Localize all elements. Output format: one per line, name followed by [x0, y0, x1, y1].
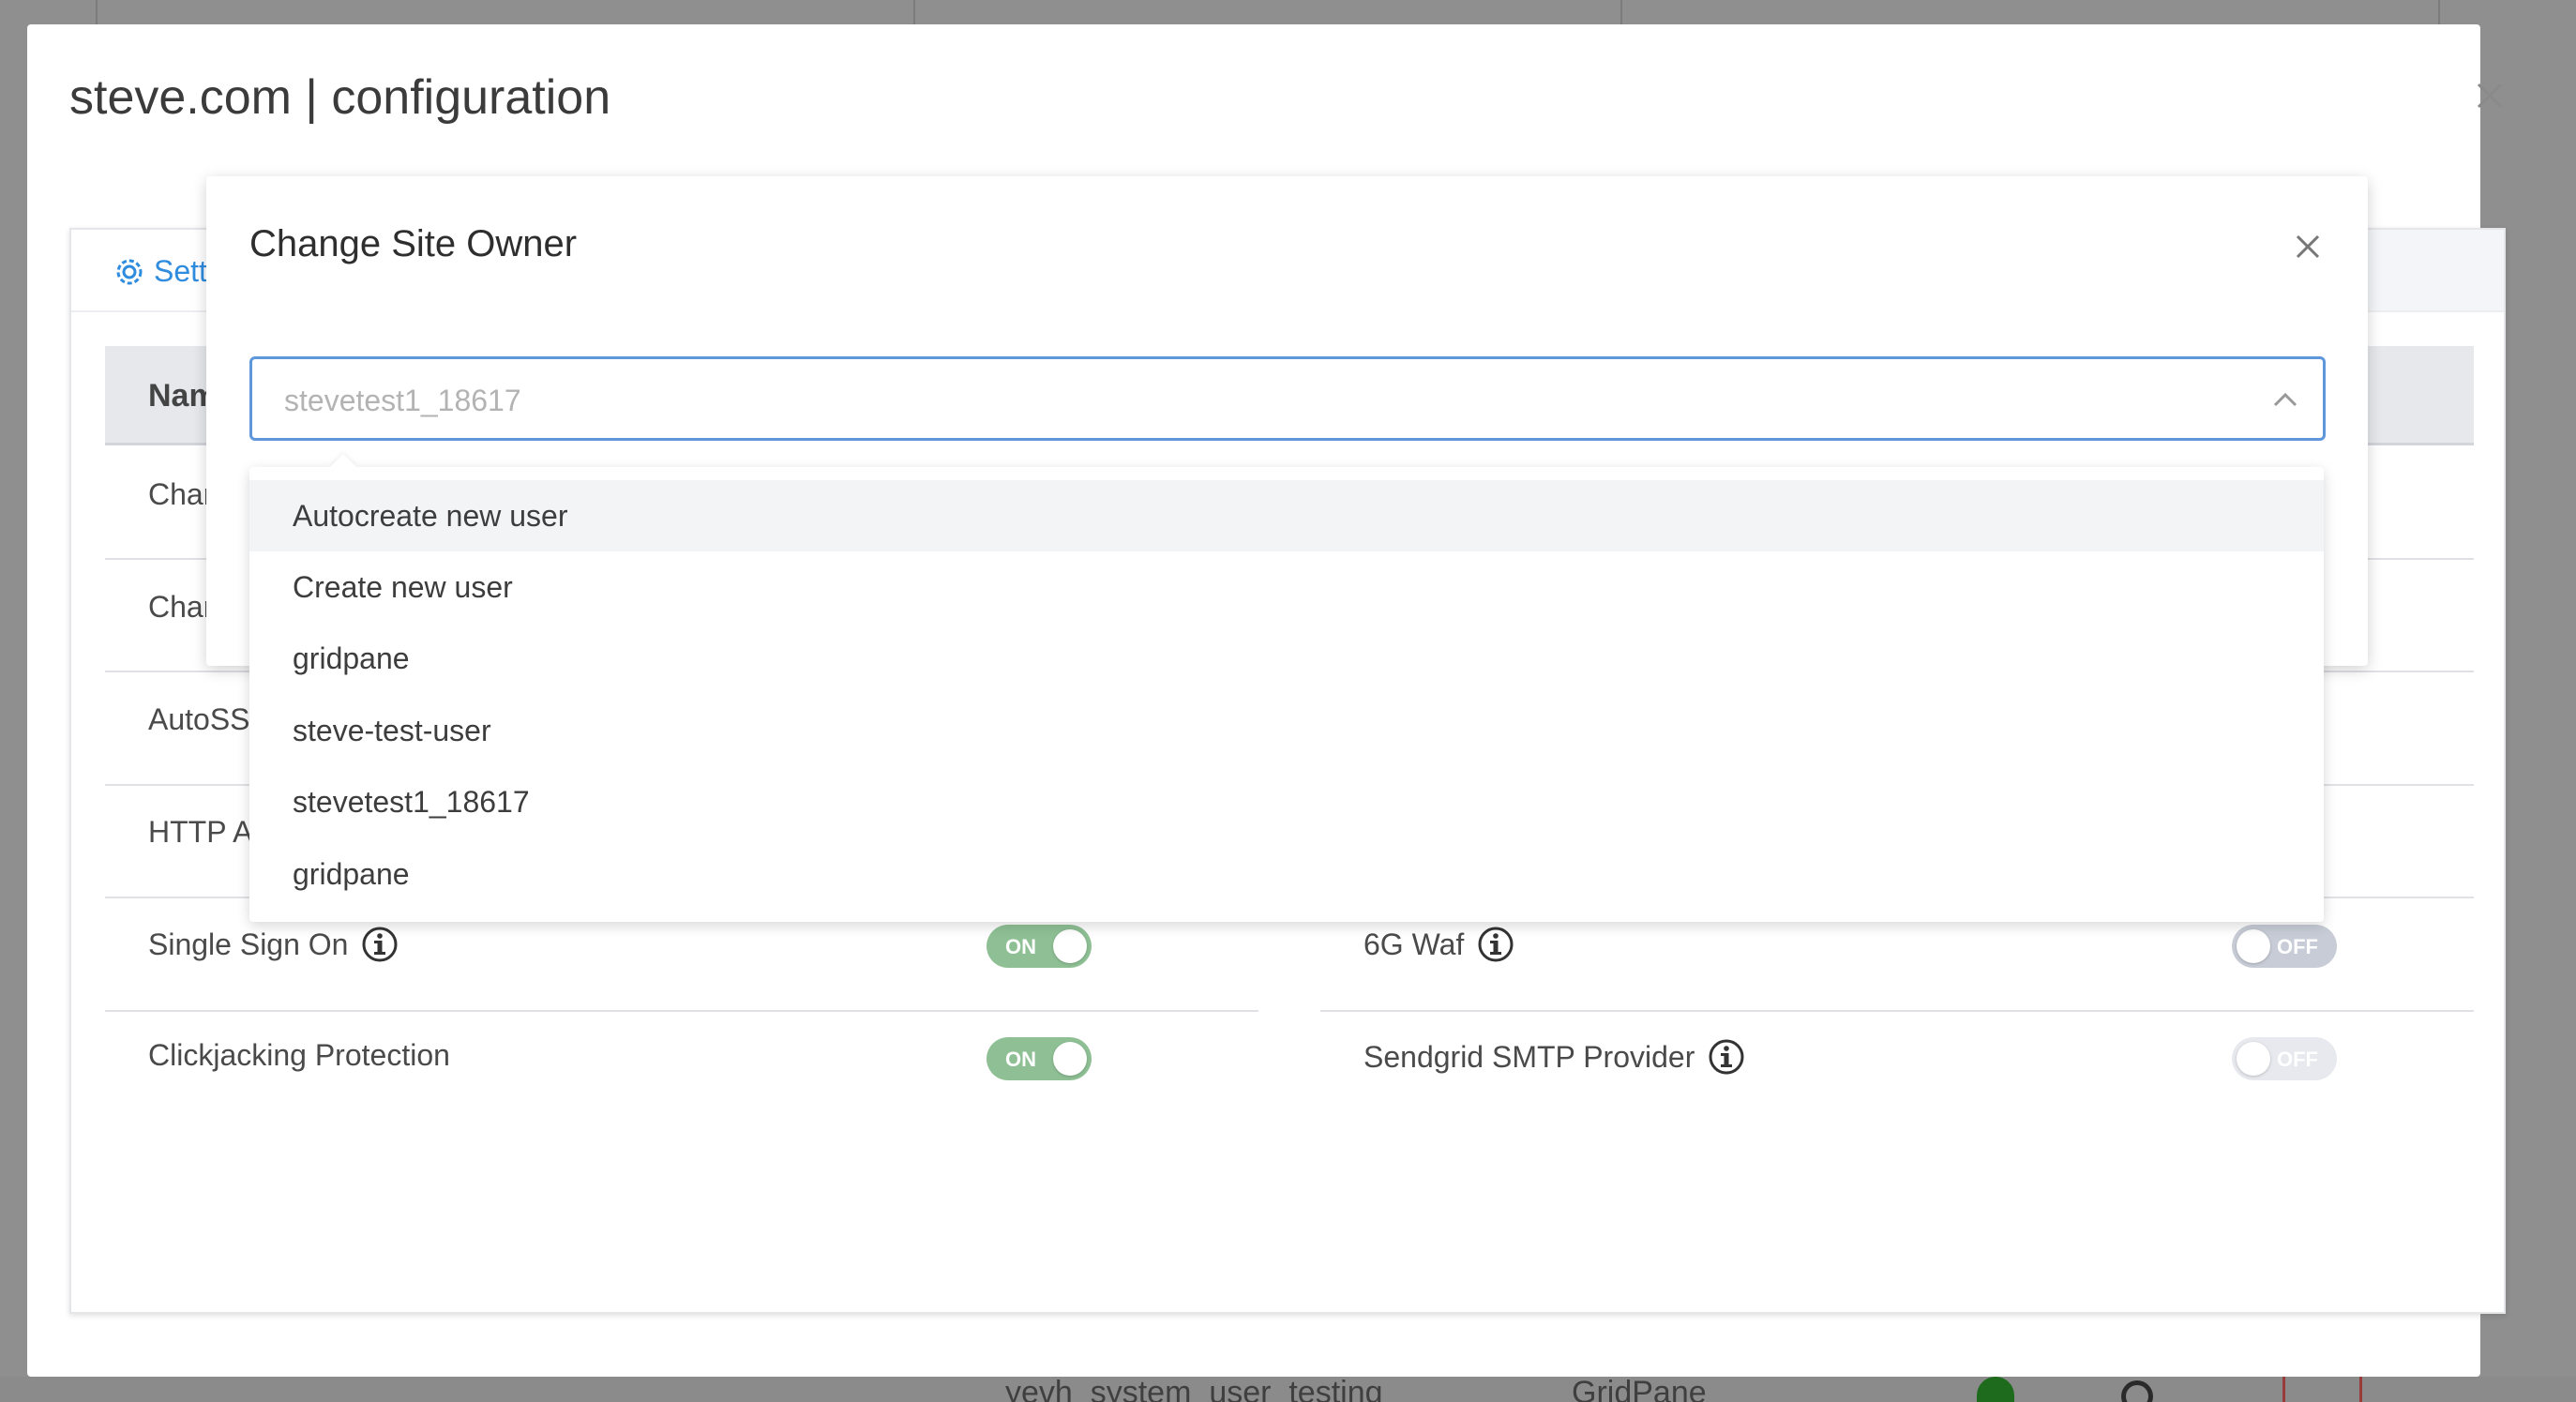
tab-settings-label: Setti [154, 254, 215, 288]
dropdown-option[interactable]: gridpane [249, 838, 2324, 910]
toggle-state-label: OFF [2277, 935, 2318, 958]
toggle-state-label: ON [1005, 1048, 1036, 1071]
row-divider [1320, 1010, 2474, 1012]
row-divider [105, 1010, 1258, 1012]
modal-title: Change Site Owner [249, 223, 578, 264]
tabs-bar-right-area [2367, 230, 2504, 310]
setting-row-label: Clickjacking Protection [148, 1038, 450, 1072]
toggle-state-label: ON [1005, 935, 1036, 958]
bg-provider-text: GridPane [1572, 1375, 1707, 1402]
site-owner-select[interactable]: stevetest1_18617 [249, 356, 2326, 441]
setting-row-label: Char [148, 477, 214, 511]
info-icon[interactable] [1708, 1038, 1745, 1076]
setting-row-clickjacking: Clickjacking Protection [148, 1038, 450, 1073]
setting-row-6g-waf: 6G Waf [1363, 926, 1514, 963]
owner-dropdown-menu: Autocreate new user Create new user grid… [249, 453, 2324, 922]
chevron-up-icon [2273, 392, 2297, 407]
setting-row-sendgrid: Sendgrid SMTP Provider [1363, 1038, 1745, 1076]
close-icon[interactable] [2473, 79, 2507, 113]
bg-column-divider [2438, 0, 2440, 26]
6g-waf-toggle[interactable]: OFF [2232, 925, 2337, 968]
bg-column-divider [1620, 0, 1622, 26]
bg-red-divider [2359, 1377, 2362, 1402]
clickjacking-protection-toggle[interactable]: ON [987, 1037, 1092, 1080]
single-sign-on-toggle[interactable]: ON [987, 925, 1092, 968]
bg-column-divider [913, 0, 915, 26]
bg-system-user-text: yevh_system_user_testing [1005, 1375, 1383, 1402]
toggle-knob [1053, 1042, 1087, 1076]
gear-icon [116, 259, 143, 284]
setting-row-label: Char [148, 590, 214, 624]
close-icon[interactable] [2294, 233, 2322, 261]
dropdown-option[interactable]: stevetest1_18617 [249, 766, 2324, 837]
setting-row-label: 6G Waf [1363, 927, 1465, 961]
dropdown-option[interactable]: steve-test-user [249, 695, 2324, 766]
toggle-knob [2237, 929, 2270, 963]
dropdown-option[interactable]: gridpane [249, 623, 2324, 694]
toggle-knob [2237, 1042, 2270, 1076]
select-placeholder: stevetest1_18617 [284, 384, 521, 417]
modal-title: steve.com | configuration [69, 70, 611, 125]
dropdown-option[interactable]: Autocreate new user [249, 480, 2324, 551]
bg-column-divider [96, 0, 98, 26]
bg-red-divider [2282, 1377, 2285, 1402]
dropdown-option[interactable]: Create new user [249, 551, 2324, 623]
setting-row-label: Single Sign On [148, 927, 349, 961]
sendgrid-smtp-toggle[interactable]: OFF [2232, 1037, 2337, 1080]
tab-settings[interactable]: Setti [114, 254, 214, 289]
toggle-knob [1053, 929, 1087, 963]
toggle-state-label: OFF [2277, 1048, 2318, 1071]
info-icon[interactable] [1477, 926, 1514, 963]
setting-row-single-sign-on: Single Sign On [148, 926, 399, 963]
setting-row-label: Sendgrid SMTP Provider [1363, 1039, 1695, 1074]
info-icon[interactable] [361, 926, 399, 963]
